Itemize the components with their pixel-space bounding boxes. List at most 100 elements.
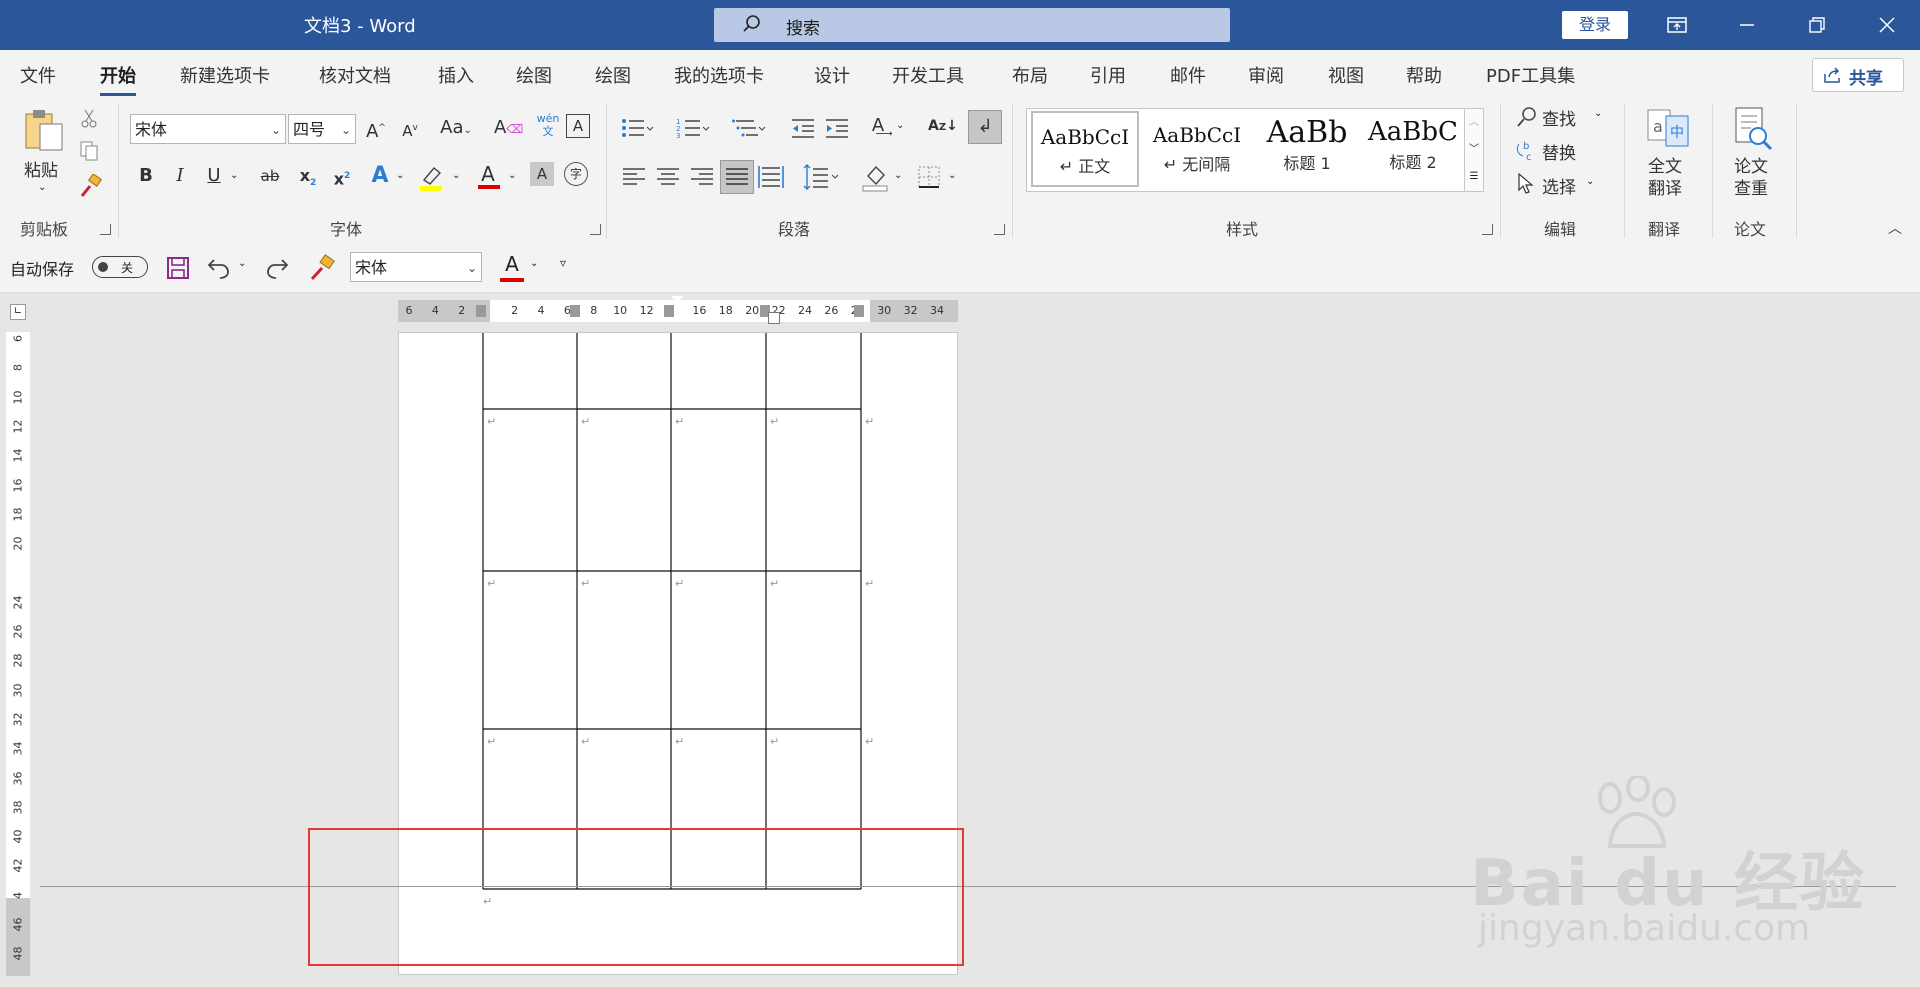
align-right-icon[interactable] [690,166,714,188]
paste-label[interactable]: 粘贴 [24,156,58,181]
phonetic-guide-icon[interactable]: wén 文 [534,112,562,138]
tab-my[interactable]: 我的选项卡 [674,62,764,88]
character-shading-icon[interactable]: A [530,162,554,186]
shading-dropdown-icon[interactable]: ⌄ [894,170,902,181]
style-normal[interactable]: AaBbCcI ↵ 正文 [1031,111,1139,187]
font-launcher-icon[interactable] [590,224,601,235]
close-icon[interactable] [1874,12,1900,38]
style-no-spacing[interactable]: AaBbCcI ↵ 无间隔 [1143,109,1251,191]
tab-review[interactable]: 审阅 [1248,62,1284,88]
cut-icon[interactable] [78,108,100,130]
italic-icon[interactable]: I [166,162,194,190]
translate-label[interactable]: 全文 翻译 [1648,156,1682,200]
paper-check-icon[interactable] [1730,106,1774,152]
find-label[interactable]: 查找 [1542,105,1576,130]
borders-dropdown-icon[interactable]: ⌄ [948,170,956,181]
copy-icon[interactable] [78,140,100,162]
increase-indent-icon[interactable] [824,116,850,140]
ribbon-display-icon[interactable] [1664,12,1690,38]
right-indent-marker[interactable] [768,312,780,324]
column-marker-3[interactable] [664,305,674,317]
tab-pdf[interactable]: PDF工具集 [1486,62,1575,88]
clear-format-icon[interactable]: A⌫ [494,114,523,142]
tab-developer[interactable]: 开发工具 [892,62,964,88]
font-name-select[interactable]: 宋体 ⌄ [130,114,286,144]
shrink-font-icon[interactable]: Av [396,114,424,142]
autosave-toggle[interactable]: 关 [92,256,148,278]
replace-label[interactable]: 替换 [1542,139,1576,164]
change-case-button[interactable]: Aa⌄ [436,114,476,142]
find-icon[interactable] [1516,106,1538,128]
tab-new[interactable]: 新建选项卡 [180,62,270,88]
tab-file[interactable]: 文件 [20,62,56,88]
borders-icon[interactable] [916,164,942,190]
line-spacing-icon[interactable] [800,164,840,190]
tab-proofread[interactable]: 核对文档 [319,62,391,88]
paragraph-launcher-icon[interactable] [994,224,1005,235]
style-heading-2[interactable]: AaBbC 标题 2 [1361,109,1465,191]
sort-icon[interactable]: AZ↓ [928,112,958,140]
tab-draw-2[interactable]: 绘图 [595,62,631,88]
align-center-icon[interactable] [656,166,680,188]
character-border-icon[interactable]: A [566,114,590,138]
qat-font-color-icon[interactable]: A [498,252,526,282]
format-painter-icon[interactable] [78,174,102,198]
tab-references[interactable]: 引用 [1090,62,1126,88]
distributed-icon[interactable] [758,164,784,190]
select-label[interactable]: 选择 [1542,173,1576,198]
justify-button[interactable] [720,160,754,194]
undo-dropdown-icon[interactable]: ⌄ [238,258,246,269]
column-marker-5[interactable] [854,305,864,317]
share-button[interactable]: 共享 [1812,58,1904,92]
tab-draw-1[interactable]: 绘图 [516,62,552,88]
select-dropdown-icon[interactable]: ⌄ [1586,176,1594,187]
styles-scroll[interactable]: ︿ ﹀ ☰ [1464,108,1484,192]
login-button[interactable]: 登录 [1562,11,1628,39]
shading-icon[interactable] [860,162,890,192]
decrease-indent-icon[interactable] [790,116,816,140]
save-icon[interactable] [166,256,190,280]
font-color-dropdown-icon[interactable]: ⌄ [508,170,516,181]
vertical-ruler[interactable]: 6 8 10 12 14 16 18 20 24 26 28 30 32 34 36 38 40 42 4 46 48 [6,332,30,976]
tab-layout[interactable]: 布局 [1012,62,1048,88]
font-color-icon[interactable]: A [474,160,502,189]
select-cursor-icon[interactable] [1516,172,1536,194]
find-dropdown-icon[interactable]: ⌄ [1594,108,1602,119]
restore-icon[interactable] [1804,12,1830,38]
clipboard-launcher-icon[interactable] [100,224,111,235]
horizontal-ruler[interactable]: 6422468101216182022242628303234 [398,296,958,324]
chinese-layout-dropdown-icon[interactable]: ⌄ [896,120,904,131]
tab-mailings[interactable]: 邮件 [1170,62,1206,88]
subscript-icon[interactable]: x2 [294,162,322,190]
search-box[interactable]: 搜索 [714,8,1230,42]
qat-font-select[interactable]: 宋体 ⌄ [350,252,482,282]
undo-icon[interactable] [206,256,232,280]
bullets-icon[interactable] [620,116,654,140]
tab-insert[interactable]: 插入 [438,62,474,88]
collapse-ribbon-icon[interactable]: ︿ [1888,218,1902,238]
first-line-indent-marker[interactable] [671,296,683,304]
enclose-character-icon[interactable]: 字 [564,162,588,186]
underline-icon[interactable]: U [200,162,228,190]
align-left-icon[interactable] [622,166,646,188]
chinese-layout-icon[interactable]: A͢ [864,112,892,140]
font-size-select[interactable]: 四号 ⌄ [288,114,356,144]
minimize-icon[interactable] [1734,12,1760,38]
tab-view[interactable]: 视图 [1328,62,1364,88]
text-effects-icon[interactable]: A [366,162,394,190]
replace-icon[interactable]: bc [1514,138,1538,162]
column-marker-2[interactable] [570,305,580,317]
paste-dropdown-icon[interactable]: ⌄ [38,182,46,193]
qat-format-painter-icon[interactable] [308,254,336,282]
tab-help[interactable]: 帮助 [1406,62,1442,88]
highlighter-icon[interactable] [418,164,444,192]
grow-font-icon[interactable]: A^ [362,114,390,142]
tab-selector-icon[interactable]: ∟ [10,304,26,320]
text-effects-dropdown-icon[interactable]: ⌄ [396,170,404,181]
styles-up-icon[interactable]: ︿ [1465,109,1483,136]
bold-icon[interactable]: B [132,162,160,190]
strikethrough-icon[interactable]: ab [256,162,284,190]
qat-font-color-dropdown-icon[interactable]: ⌄ [530,258,538,269]
style-heading-1[interactable]: AaBb 标题 1 [1253,109,1361,191]
superscript-icon[interactable]: x2 [328,162,356,190]
